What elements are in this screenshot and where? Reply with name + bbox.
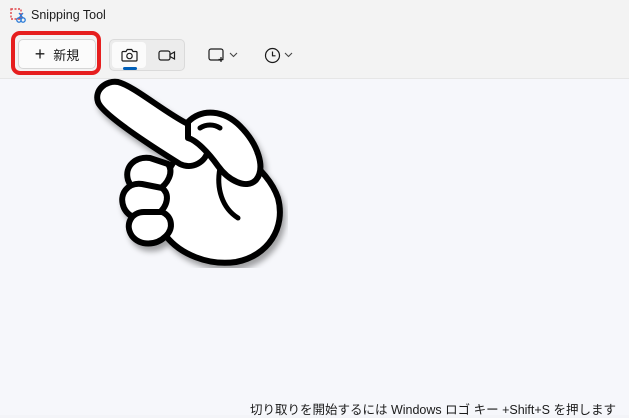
window-title: Snipping Tool — [31, 8, 106, 22]
new-snip-button[interactable]: + 新規 — [18, 39, 96, 69]
camera-icon — [120, 48, 138, 62]
chevron-down-icon — [284, 52, 293, 58]
toolbar: + 新規 — [0, 32, 629, 79]
start-snip-hint: 切り取りを開始するには Windows ロゴ キー +Shift+S を押します — [249, 403, 616, 417]
capture-mode-toggle — [109, 39, 185, 71]
delay-dropdown[interactable] — [264, 43, 293, 67]
snipping-tool-app-icon — [10, 8, 26, 23]
chevron-down-icon — [229, 52, 238, 58]
snip-shape-dropdown[interactable] — [208, 43, 238, 67]
rectangle-snip-icon — [208, 48, 224, 62]
title-bar: Snipping Tool — [0, 0, 629, 32]
selected-mode-indicator — [123, 67, 137, 70]
record-mode-button[interactable] — [150, 42, 184, 68]
video-camera-icon — [158, 49, 176, 61]
screenshot-mode-button[interactable] — [112, 42, 146, 70]
pointing-hand-icon — [94, 78, 283, 266]
clock-icon — [264, 47, 281, 63]
plus-icon: + — [34, 44, 46, 64]
new-snip-label: 新規 — [53, 47, 80, 63]
